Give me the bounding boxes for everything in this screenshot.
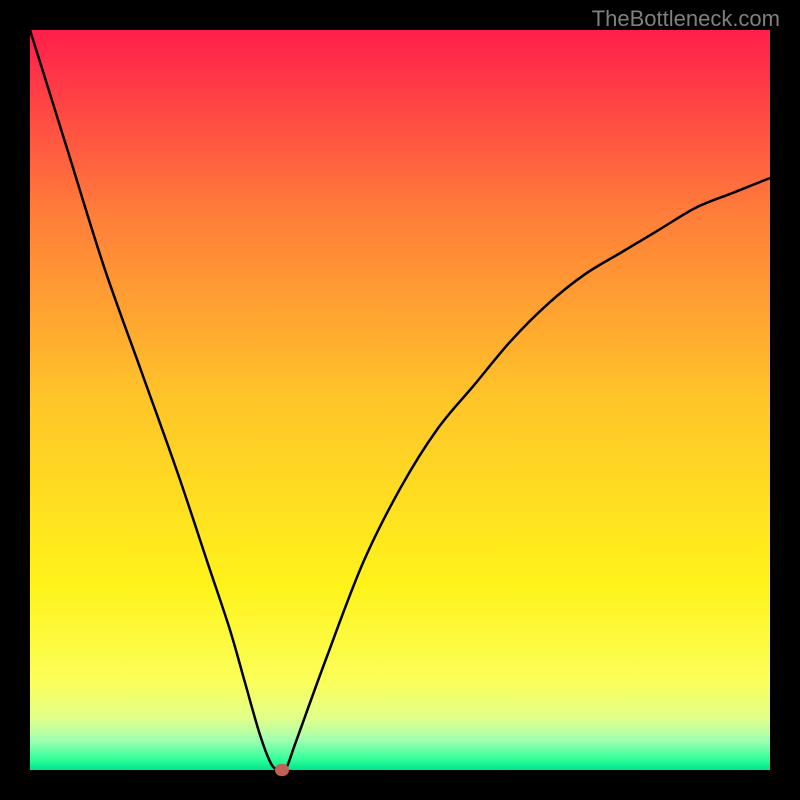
chart-container: TheBottleneck.com (0, 0, 800, 800)
watermark-text: TheBottleneck.com (592, 6, 780, 32)
optimal-point-marker (275, 764, 289, 776)
bottleneck-curve (30, 30, 770, 770)
plot-area (30, 30, 770, 770)
